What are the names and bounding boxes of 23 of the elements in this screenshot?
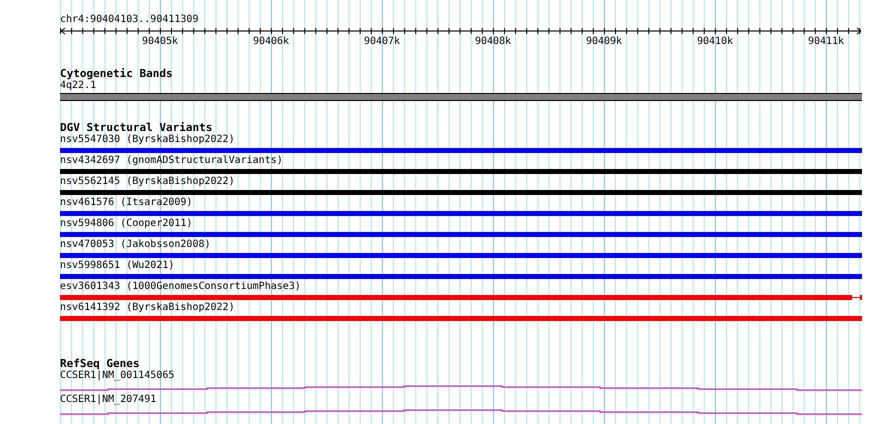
track-title: RefSeq Genes	[60, 358, 140, 370]
variant-label: nsv461576 (Itsara2009)	[60, 197, 192, 209]
tick-label: 90405k	[142, 36, 178, 48]
track-title: Cytogenetic Bands	[60, 68, 173, 80]
tick-label: 90407k	[364, 36, 400, 48]
variant-label: nsv5998651 (Wu2021)	[60, 260, 174, 272]
variant-label: nsv5562145 (ByrskaBishop2022)	[60, 176, 235, 188]
variant-label: nsv4342697 (gnomADStructuralVariants)	[60, 155, 283, 167]
variant-label: nsv594806 (Cooper2011)	[60, 218, 192, 230]
variant-label: esv3601343 (1000GenomesConsortiumPhase3)	[60, 281, 301, 293]
gene-label: CCSER1|NM_207491	[60, 394, 156, 406]
band-label: 4q22.1	[60, 80, 96, 92]
coordinate-range: chr4:90404103..90411309	[60, 14, 198, 26]
tick-label: 90406k	[252, 36, 290, 48]
tick-label: 90410k	[696, 36, 734, 48]
variant-label: nsv470053 (Jakobsson2008)	[60, 239, 211, 251]
tick-label: 90409k	[586, 36, 622, 48]
track-title: DGV Structural Variants	[60, 122, 212, 134]
tick-label: 90411k	[808, 36, 844, 48]
tick-label: 90408k	[474, 36, 512, 48]
gene-label: CCSER1|NM_001145065	[60, 370, 174, 382]
variant-label: nsv5547030 (ByrskaBishop2022)	[60, 134, 235, 146]
variant-label: nsv6141392 (ByrskaBishop2022)	[60, 302, 235, 314]
